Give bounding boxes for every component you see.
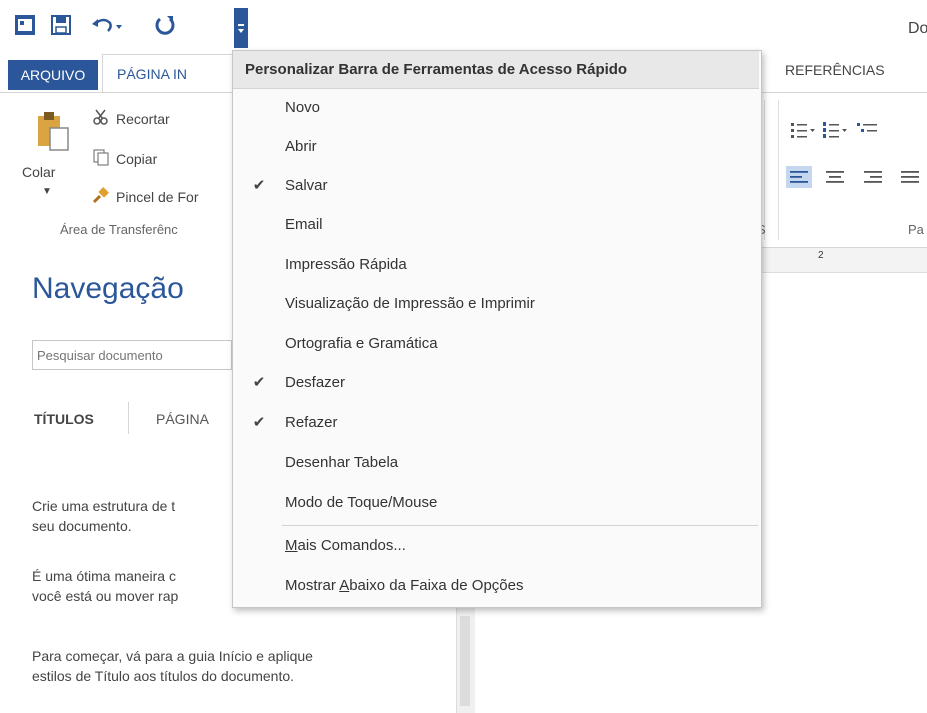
save-icon[interactable] (50, 14, 72, 36)
copy-button[interactable]: Copiar (92, 148, 157, 169)
access-key: M (285, 536, 298, 554)
menu-item-salvar[interactable]: ✔ Salvar (233, 166, 759, 204)
menu-item-label: Impressão Rápida (285, 255, 407, 273)
tab-titulos[interactable]: TÍTULOS (34, 411, 94, 427)
menu-item-modo-toque[interactable]: Modo de Toque/Mouse (233, 483, 759, 521)
tab-arquivo[interactable]: ARQUIVO (8, 60, 98, 90)
brush-icon (92, 186, 110, 207)
menu-item-label: Novo (285, 98, 321, 116)
nav-help-paragraph: Para começar, vá para a guia Início e ap… (32, 646, 452, 686)
paste-icon[interactable] (36, 110, 70, 151)
ruler-mark: 2 (818, 250, 824, 261)
ribbon-divider (764, 100, 765, 240)
menu-item-label: Salvar (285, 176, 328, 194)
align-right-icon[interactable] (860, 166, 886, 188)
menu-item-label: Abrir (285, 137, 317, 155)
menu-item-label: Visualização de Impressão e Imprimir (285, 294, 535, 312)
access-key: A (339, 576, 350, 594)
customize-toolbar-button[interactable] (234, 8, 248, 48)
document-title: Do (908, 20, 927, 37)
paragraph-group-label: Pa (908, 222, 924, 237)
menu-item-label: Ortografia e Gramática (285, 334, 438, 352)
format-painter-label: Pincel de For (116, 188, 199, 205)
menu-item-label: Mais Comandos... (285, 537, 759, 554)
align-center-icon[interactable] (822, 166, 848, 188)
menu-item-label: Desenhar Tabela (285, 453, 399, 471)
menu-item-ortografia[interactable]: Ortografia e Gramática (233, 324, 759, 362)
cut-button[interactable]: Recortar (92, 108, 170, 129)
ruler (762, 248, 927, 273)
menu-item-label: Desfazer (285, 373, 346, 391)
label-text: Mostrar (285, 576, 340, 594)
menu-item-mostrar-abaixo[interactable]: Mostrar Abaixo da Faixa de Opções (233, 566, 759, 604)
text-line: estilos de Título aos títulos do documen… (32, 668, 295, 684)
bullets-icon[interactable] (790, 120, 816, 142)
paste-label[interactable]: Colar (22, 164, 55, 180)
copy-label: Copiar (116, 150, 158, 167)
checkmark-icon: ✔ (252, 177, 266, 194)
checkmark-icon: ✔ (252, 414, 266, 431)
text-line: Para começar, vá para a guia Início e ap… (32, 648, 313, 664)
menu-item-label: Email (285, 215, 323, 233)
search-document-input[interactable] (32, 340, 232, 370)
menu-item-label: Modo de Toque/Mouse (285, 493, 438, 511)
menu-item-email[interactable]: Email (233, 205, 759, 243)
undo-icon[interactable] (90, 14, 124, 36)
tab-paginas[interactable]: PÁGINA (156, 411, 209, 427)
multilevel-list-icon[interactable] (856, 120, 882, 142)
copy-icon (92, 148, 110, 169)
repeat-icon[interactable] (154, 14, 176, 36)
scrollbar-thumb[interactable] (460, 616, 470, 706)
quick-access-toolbar (0, 0, 927, 50)
menu-item-desfazer[interactable]: ✔ Desfazer (233, 363, 759, 401)
menu-item-label: Refazer (285, 413, 338, 431)
menu-item-desenhar-tabela[interactable]: Desenhar Tabela (233, 443, 759, 481)
format-painter-button[interactable]: Pincel de For (92, 186, 198, 207)
clipboard-group-label: Área de Transferênc (60, 222, 178, 237)
checkmark-icon: ✔ (252, 374, 266, 391)
numbering-icon[interactable] (822, 120, 848, 142)
cut-label: Recortar (116, 110, 170, 127)
label-text: ais Comandos... (297, 536, 406, 554)
scissors-icon (92, 108, 110, 129)
menu-item-visualizacao-impressao[interactable]: Visualização de Impressão e Imprimir (233, 284, 759, 322)
align-left-icon[interactable] (786, 166, 812, 188)
menu-item-novo[interactable]: Novo (233, 88, 759, 126)
label-text: baixo da Faixa de Opções (349, 576, 524, 594)
menu-header: Personalizar Barra de Ferramentas de Ace… (233, 51, 759, 89)
ribbon-divider (778, 100, 779, 240)
word-icon[interactable] (14, 14, 36, 36)
menu-item-refazer[interactable]: ✔ Refazer (233, 403, 759, 441)
justify-icon[interactable] (897, 166, 923, 188)
menu-item-mais-comandos[interactable]: Mais Comandos... (233, 526, 759, 564)
chevron-down-icon[interactable]: ▼ (42, 186, 52, 197)
menu-item-abrir[interactable]: Abrir (233, 127, 759, 165)
menu-item-label: Mostrar Abaixo da Faixa de Opções (285, 577, 759, 594)
menu-item-impressao-rapida[interactable]: Impressão Rápida (233, 245, 759, 283)
tab-divider (128, 402, 129, 434)
navigation-title: Navegação (32, 272, 184, 305)
tab-pagina-inicial[interactable]: PÁGINA IN (102, 54, 238, 92)
tab-referencias[interactable]: REFERÊNCIAS (785, 62, 885, 78)
